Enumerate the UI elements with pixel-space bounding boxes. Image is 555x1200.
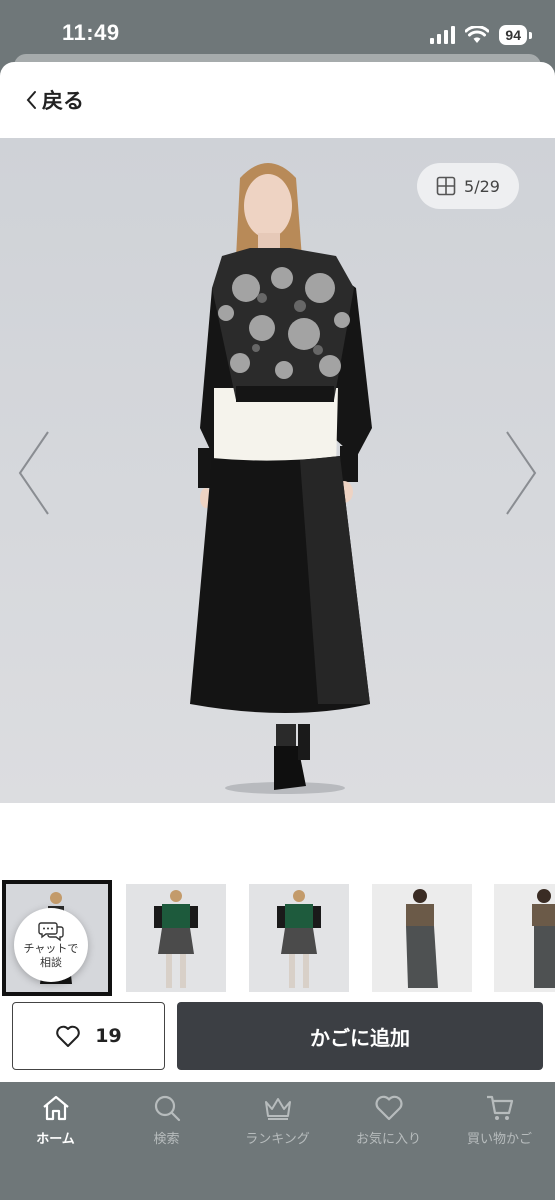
tab-home-label: ホーム — [36, 1132, 75, 1147]
image-counter-label: 5/29 — [464, 176, 500, 196]
bottom-tab-bar: ホーム 検索 ランキング お気に入り 買い物かご — [0, 1082, 555, 1200]
tab-ranking-label: ランキング — [245, 1132, 310, 1147]
status-icons: 94 — [430, 24, 532, 46]
home-icon — [42, 1095, 69, 1121]
add-to-cart-button[interactable]: かごに追加 — [177, 1002, 543, 1070]
tab-ranking[interactable]: ランキング — [222, 1092, 333, 1152]
chevron-left-icon — [26, 91, 36, 109]
heart-icon — [56, 1025, 81, 1047]
status-time: 11:49 — [62, 20, 120, 45]
chat-consult-button[interactable]: チャットで 相談 — [14, 908, 88, 982]
chevron-left-icon[interactable] — [14, 428, 54, 518]
image-counter[interactable]: 5/29 — [417, 163, 519, 209]
thumbnail-5[interactable] — [494, 884, 555, 992]
favorite-count: 19 — [95, 1025, 122, 1047]
cellular-signal-icon — [430, 26, 456, 44]
tab-cart[interactable]: 買い物かご — [444, 1092, 555, 1152]
tab-search-label: 検索 — [153, 1132, 180, 1147]
product-sheet: 戻る 5/29 チャットで 相談 19 かごに追加 — [0, 62, 555, 1082]
status-bar: 11:49 94 — [0, 0, 555, 62]
tab-cart-label: 買い物かご — [466, 1132, 532, 1147]
crown-icon — [264, 1098, 291, 1120]
add-to-cart-label: かごに追加 — [310, 1025, 410, 1050]
chevron-right-icon[interactable] — [501, 428, 541, 518]
model-photo — [190, 163, 372, 794]
back-button[interactable]: 戻る — [24, 85, 84, 115]
thumbnail-image — [126, 884, 226, 992]
thumbnail-image — [249, 884, 349, 992]
heart-icon — [374, 1095, 403, 1121]
cart-icon — [486, 1095, 513, 1120]
wifi-icon — [465, 26, 490, 43]
battery-indicator: 94 — [499, 25, 532, 45]
chat-icon — [38, 922, 64, 942]
tab-favorites[interactable]: お気に入り — [333, 1092, 444, 1152]
tab-home[interactable]: ホーム — [0, 1092, 111, 1152]
thumbnail-4[interactable] — [372, 884, 472, 992]
thumbnail-image — [494, 884, 555, 992]
thumbnail-image — [372, 884, 472, 992]
grid-icon — [436, 176, 456, 196]
favorite-button[interactable]: 19 — [12, 1002, 165, 1070]
tab-favorites-label: お気に入り — [355, 1132, 421, 1147]
thumbnail-2[interactable] — [126, 884, 226, 992]
chat-consult-label: チャットで 相談 — [23, 942, 79, 969]
tab-search[interactable]: 検索 — [111, 1092, 222, 1152]
back-label: 戻る — [42, 89, 84, 113]
thumbnail-3[interactable] — [249, 884, 349, 992]
search-icon — [154, 1095, 180, 1122]
header: 戻る — [0, 62, 555, 138]
product-main-image[interactable]: 5/29 — [0, 138, 555, 803]
